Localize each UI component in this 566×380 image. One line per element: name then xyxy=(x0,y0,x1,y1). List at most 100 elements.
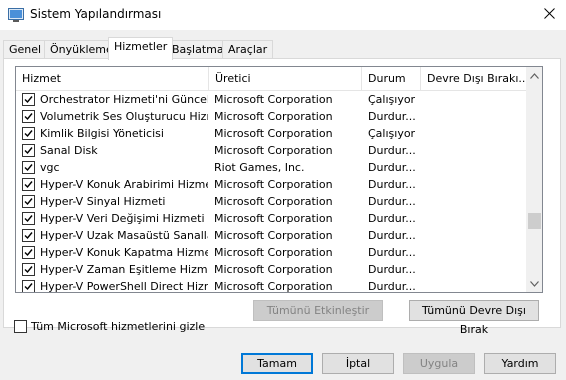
check-icon xyxy=(24,181,33,189)
column-header-devre-disi[interactable]: Devre Dışı Bırakı... xyxy=(421,67,526,91)
service-checkbox[interactable] xyxy=(22,161,35,174)
service-name: Hyper-V Veri Değişimi Hizmeti xyxy=(40,212,205,225)
column-header-uretici[interactable]: Üretici xyxy=(209,67,361,91)
close-icon xyxy=(543,8,555,22)
cancel-button[interactable]: İptal xyxy=(322,353,394,374)
service-name: Hyper-V PowerShell Direct Hizmeti xyxy=(40,280,208,293)
apply-button[interactable]: Uygula xyxy=(403,353,475,374)
scroll-down-button[interactable] xyxy=(526,275,542,292)
service-maker: Microsoft Corporation xyxy=(214,263,333,276)
table-row[interactable]: Hyper-V Sinyal Hizmeti Microsoft Corporat… xyxy=(16,193,526,210)
service-maker: Microsoft Corporation xyxy=(214,229,333,242)
table-row[interactable]: Kimlik Bilgisi Yöneticisi Microsoft Corpo… xyxy=(16,125,526,142)
check-icon xyxy=(24,96,33,104)
service-checkbox[interactable] xyxy=(22,93,35,106)
service-maker: Microsoft Corporation xyxy=(214,110,333,123)
table-row[interactable]: Hyper-V Konuk Arabirimi Hizmeti Microsoft… xyxy=(16,176,526,193)
chevron-up-icon xyxy=(530,69,539,82)
table-row[interactable]: Hyper-V Uzak Masaüstü Sanallaş... Microso… xyxy=(16,227,526,244)
ok-button[interactable]: Tamam xyxy=(241,353,313,374)
service-status: Durdur... xyxy=(368,161,416,174)
scroll-up-button[interactable] xyxy=(526,67,542,84)
service-maker: Microsoft Corporation xyxy=(214,246,333,259)
service-checkbox[interactable] xyxy=(22,178,35,191)
help-button[interactable]: Yardım xyxy=(484,353,556,374)
service-checkbox[interactable] xyxy=(22,246,35,259)
service-checkbox[interactable] xyxy=(22,212,35,225)
service-name: Hyper-V Uzak Masaüstü Sanallaş... xyxy=(40,229,208,242)
service-name: Hyper-V Sinyal Hizmeti xyxy=(40,195,166,208)
service-checkbox[interactable] xyxy=(22,195,35,208)
service-checkbox[interactable] xyxy=(22,263,35,276)
window-title: Sistem Yapılandırması xyxy=(30,7,162,21)
column-header-durum[interactable]: Durum xyxy=(362,67,420,91)
service-maker: Microsoft Corporation xyxy=(214,178,333,191)
tab-hizmetler[interactable]: Hizmetler xyxy=(108,37,174,60)
checkbox-box[interactable] xyxy=(14,320,27,333)
tab-araclar[interactable]: Araçlar xyxy=(222,40,274,59)
check-icon xyxy=(24,164,33,172)
service-status: Durdur... xyxy=(368,280,416,293)
system-config-icon xyxy=(8,8,24,22)
service-status: Durdur... xyxy=(368,246,416,259)
check-icon xyxy=(24,249,33,257)
service-status: Çalışıyor xyxy=(368,93,416,106)
service-checkbox[interactable] xyxy=(22,280,35,292)
service-name: vgc xyxy=(40,161,60,174)
scroll-thumb[interactable] xyxy=(528,213,541,229)
service-status: Durdur... xyxy=(368,229,416,242)
check-icon xyxy=(24,232,33,240)
service-checkbox[interactable] xyxy=(22,127,35,140)
table-row[interactable]: Volumetrik Ses Oluşturucu Hizmeti Microso… xyxy=(16,108,526,125)
check-icon xyxy=(24,198,33,206)
service-maker: Microsoft Corporation xyxy=(214,144,333,157)
service-name: Hyper-V Zaman Eşitleme Hizmeti xyxy=(40,263,208,276)
service-checkbox[interactable] xyxy=(22,144,35,157)
service-status: Durdur... xyxy=(368,263,416,276)
service-status: Durdur... xyxy=(368,195,416,208)
service-name: Volumetrik Ses Oluşturucu Hizmeti xyxy=(40,110,208,123)
service-maker: Microsoft Corporation xyxy=(214,195,333,208)
table-row[interactable]: Orchestrator Hizmeti'ni Güncelleştir Micr… xyxy=(16,91,526,108)
table-row[interactable]: vgc Riot Games, Inc. Durdur... xyxy=(16,159,526,176)
service-name: Orchestrator Hizmeti'ni Güncelleştir xyxy=(40,93,208,106)
service-status: Durdur... xyxy=(368,178,416,191)
service-name: Sanal Disk xyxy=(40,144,98,157)
table-row[interactable]: Hyper-V PowerShell Direct Hizmeti Microso… xyxy=(16,278,526,293)
check-icon xyxy=(24,130,33,138)
service-maker: Microsoft Corporation xyxy=(214,93,333,106)
vertical-scrollbar[interactable] xyxy=(526,67,542,292)
disable-all-button[interactable]: Tümünü Devre Dışı Bırak xyxy=(409,300,539,336)
check-icon xyxy=(24,266,33,274)
service-maker: Microsoft Corporation xyxy=(214,212,333,225)
check-icon xyxy=(24,215,33,223)
title-bar: Sistem Yapılandırması xyxy=(0,0,566,30)
service-checkbox[interactable] xyxy=(22,229,35,242)
hide-microsoft-services-label: Tüm Microsoft hizmetlerini gizle xyxy=(31,320,206,333)
close-button[interactable] xyxy=(532,0,566,30)
hide-microsoft-services-checkbox[interactable]: Tüm Microsoft hizmetlerini gizle xyxy=(14,319,205,334)
service-rows: Orchestrator Hizmeti'ni Güncelleştir Micr… xyxy=(16,91,526,293)
table-row[interactable]: Hyper-V Konuk Kapatma Hizmeti Microsoft C… xyxy=(16,244,526,261)
table-row[interactable]: Hyper-V Zaman Eşitleme Hizmeti Microsoft … xyxy=(16,261,526,278)
service-status: Durdur... xyxy=(368,144,416,157)
chevron-down-icon xyxy=(530,277,539,290)
service-name: Hyper-V Konuk Arabirimi Hizmeti xyxy=(40,178,208,191)
service-maker: Microsoft Corporation xyxy=(214,280,333,293)
service-name: Kimlik Bilgisi Yöneticisi xyxy=(40,127,164,140)
service-checkbox[interactable] xyxy=(22,110,35,123)
services-panel: Hizmet Üretici Durum Devre Dışı Bırakı..… xyxy=(3,58,561,336)
tab-baslatma[interactable]: Başlatma xyxy=(166,40,230,59)
tab-genel[interactable]: Genel xyxy=(3,40,48,59)
service-maker: Riot Games, Inc. xyxy=(214,161,305,174)
column-header-hizmet[interactable]: Hizmet xyxy=(16,67,208,91)
enable-all-button[interactable]: Tümünü Etkinleştir xyxy=(253,300,383,321)
list-header: Hizmet Üretici Durum Devre Dışı Bırakı..… xyxy=(16,67,526,91)
services-list[interactable]: Hizmet Üretici Durum Devre Dışı Bırakı..… xyxy=(15,66,543,293)
service-maker: Microsoft Corporation xyxy=(214,127,333,140)
service-status: Çalışıyor xyxy=(368,127,416,140)
table-row[interactable]: Hyper-V Veri Değişimi Hizmeti Microsoft C… xyxy=(16,210,526,227)
service-status: Durdur... xyxy=(368,212,416,225)
service-status: Durdur... xyxy=(368,110,416,123)
table-row[interactable]: Sanal Disk Microsoft Corporation Durdur... xyxy=(16,142,526,159)
